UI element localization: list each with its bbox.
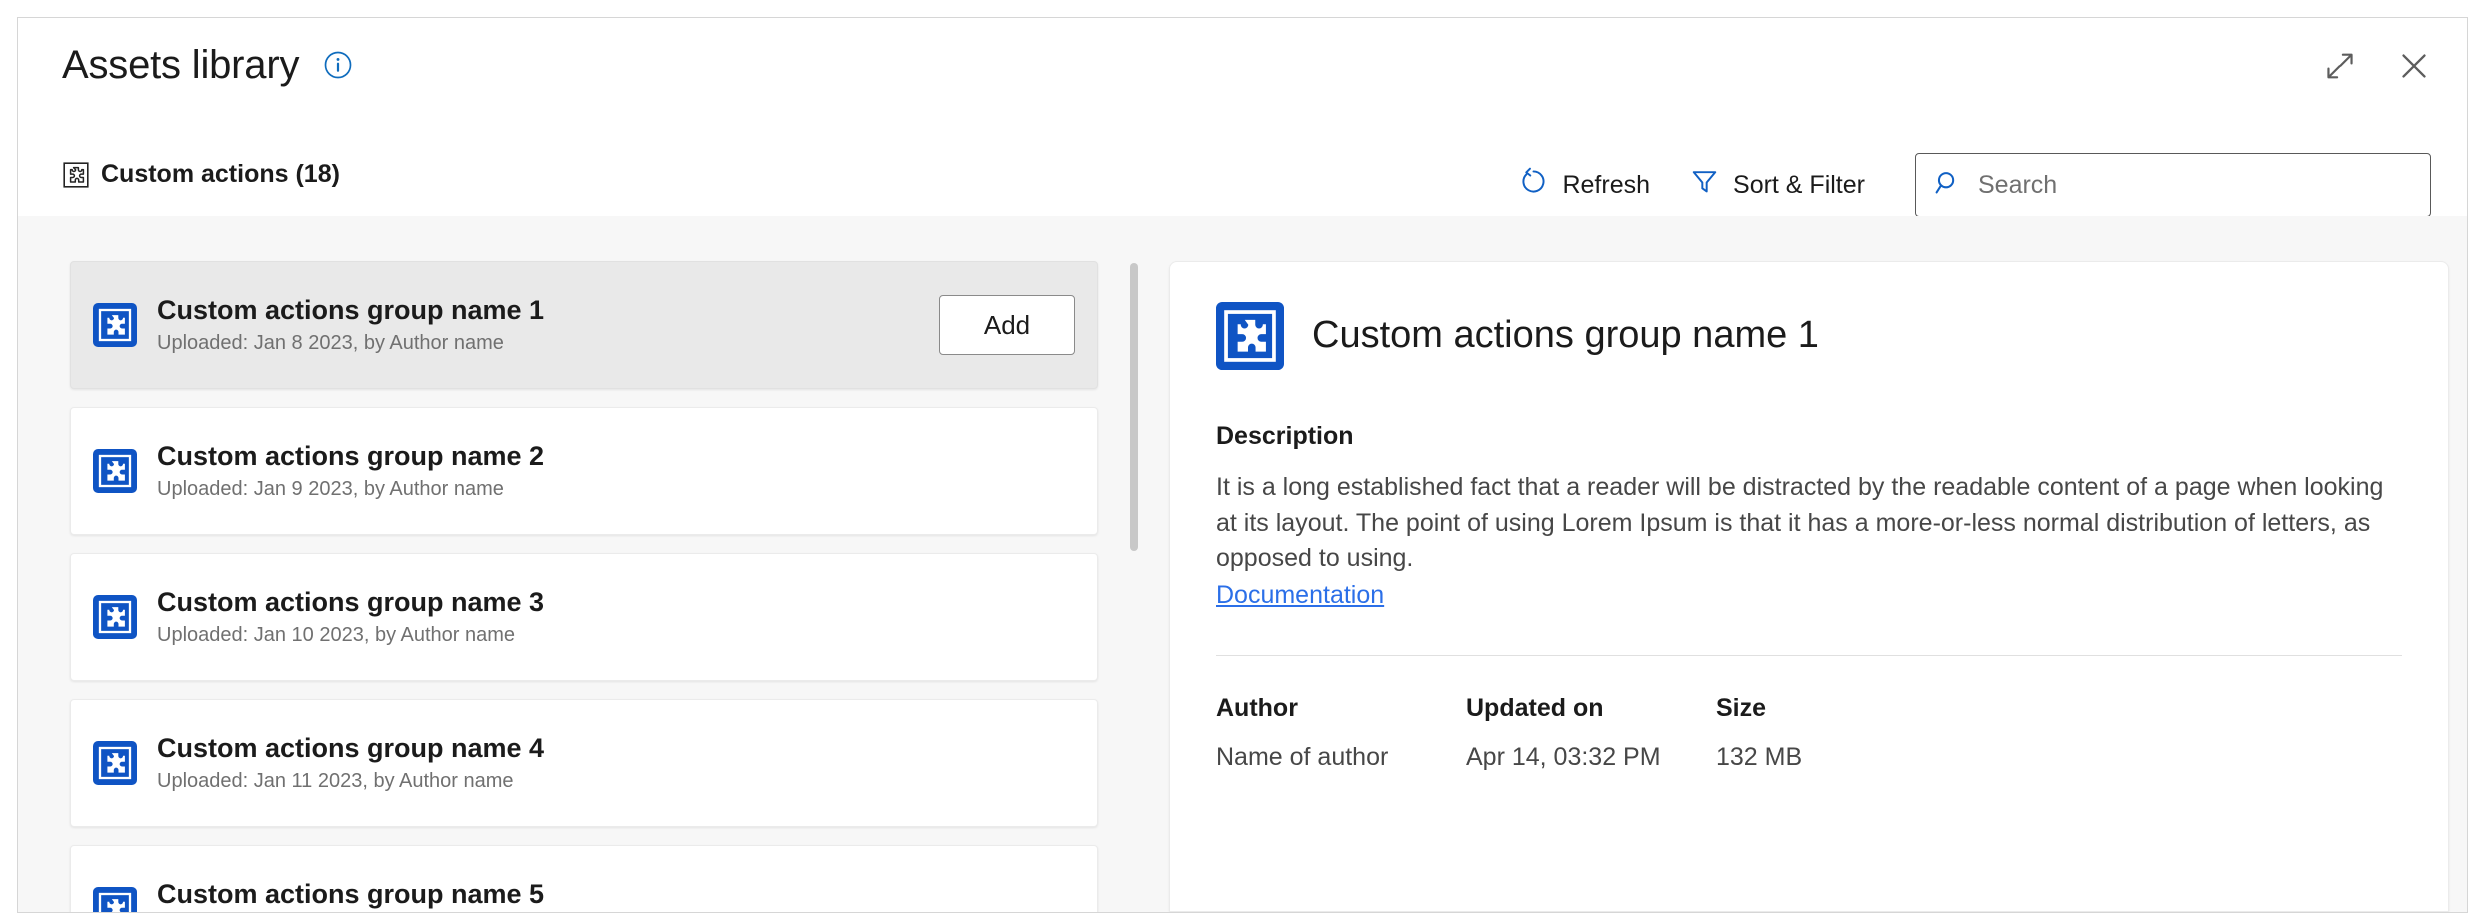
section-label-text: Custom actions (18): [101, 160, 340, 189]
detail-divider: [1216, 655, 2402, 656]
refresh-icon: [1519, 167, 1548, 203]
puzzle-square-icon: [93, 741, 137, 785]
metadata-value: 132 MB: [1716, 743, 2402, 772]
list-scrollbar[interactable]: [1130, 216, 1138, 912]
list-item[interactable]: Custom actions group name 5Uploaded: Jan…: [70, 845, 1098, 912]
puzzle-square-icon: [1216, 302, 1284, 370]
list-item[interactable]: Custom actions group name 4 Uploaded: Jan…: [70, 699, 1098, 827]
list-scrollbar-thumb[interactable]: [1130, 263, 1138, 551]
puzzle-square-icon: [93, 887, 137, 912]
close-button[interactable]: [2391, 44, 2437, 90]
puzzle-square-icon: [93, 595, 137, 639]
sort-filter-label: Sort & Filter: [1733, 171, 1865, 200]
list-item-meta: Uploaded: Jan 10 2023, by Author name: [157, 624, 1075, 647]
subheader-row: Custom actions (18) Refresh: [18, 148, 2467, 216]
metadata-label: Updated on: [1466, 694, 1716, 723]
list-item-text: Custom actions group name 2 Uploaded: Jan…: [157, 441, 1075, 501]
list-item-text: Custom actions group name 3 Uploaded: Jan…: [157, 587, 1075, 647]
asset-detail-pane: Custom actions group name 1 Description …: [1169, 261, 2449, 912]
dialog-header: Assets library: [18, 18, 2467, 216]
list-item[interactable]: Custom actions group name 2 Uploaded: Jan…: [70, 407, 1098, 535]
expand-icon: [2325, 51, 2355, 84]
metadata-value: Name of author: [1216, 743, 1466, 772]
list-item-text: Custom actions group name 4 Uploaded: Jan…: [157, 733, 1075, 793]
list-item-name: Custom actions group name 5: [157, 879, 1075, 910]
list-item-text: Custom actions group name 5Uploaded: Jan…: [157, 879, 1075, 912]
assets-library-dialog: Assets library: [17, 17, 2468, 913]
documentation-link[interactable]: Documentation: [1216, 581, 1384, 610]
detail-metadata: AuthorUpdated onSize Name of authorApr 14…: [1216, 694, 2402, 772]
puzzle-square-icon: [93, 449, 137, 493]
list-item-name: Custom actions group name 1: [157, 295, 939, 326]
sort-filter-button[interactable]: Sort & Filter: [1670, 155, 1885, 215]
refresh-button[interactable]: Refresh: [1499, 155, 1670, 215]
section-label: Custom actions (18): [63, 160, 340, 189]
assets-list: Custom actions group name 1 Uploaded: Jan…: [70, 216, 1118, 912]
refresh-label: Refresh: [1562, 171, 1650, 200]
list-item-name: Custom actions group name 4: [157, 733, 1075, 764]
list-item[interactable]: Custom actions group name 1 Uploaded: Jan…: [70, 261, 1098, 389]
list-item-name: Custom actions group name 2: [157, 441, 1075, 472]
info-circle-icon[interactable]: [323, 50, 353, 80]
metadata-value: Apr 14, 03:32 PM: [1466, 743, 1716, 772]
filter-icon: [1690, 167, 1719, 203]
puzzle-square-icon: [93, 303, 137, 347]
list-item-text: Custom actions group name 1 Uploaded: Jan…: [157, 295, 939, 355]
detail-header: Custom actions group name 1: [1216, 302, 2402, 370]
assets-list-pane: Custom actions group name 1 Uploaded: Jan…: [18, 216, 1169, 912]
metadata-label: Author: [1216, 694, 1466, 723]
dialog-body: Custom actions group name 1 Uploaded: Jan…: [18, 216, 2467, 912]
metadata-label: Size: [1716, 694, 2402, 723]
asset-detail-card: Custom actions group name 1 Description …: [1169, 261, 2449, 912]
list-item-meta: Uploaded: Jan 9 2023, by Author name: [157, 478, 1075, 501]
expand-button[interactable]: [2317, 44, 2363, 90]
list-item-meta: Uploaded: Jan 8 2023, by Author name: [157, 332, 939, 355]
window-actions: [2317, 44, 2437, 90]
page-title: Assets library: [62, 45, 299, 85]
list-item-name: Custom actions group name 3: [157, 587, 1075, 618]
description-text: It is a long established fact that a rea…: [1216, 470, 2401, 577]
list-item-meta: Uploaded: Jan 11 2023, by Author name: [157, 770, 1075, 793]
add-button[interactable]: Add: [939, 295, 1075, 355]
title-row: Assets library: [62, 45, 353, 85]
close-icon: [2398, 50, 2430, 85]
list-item[interactable]: Custom actions group name 3 Uploaded: Jan…: [70, 553, 1098, 681]
puzzle-square-icon: [63, 162, 89, 188]
description-heading: Description: [1216, 422, 2402, 451]
search-input[interactable]: [1976, 153, 2412, 217]
detail-title: Custom actions group name 1: [1312, 315, 1819, 357]
search-icon: [1934, 169, 1962, 202]
toolbar: Refresh Sort & Filter: [1499, 153, 2431, 217]
search-box[interactable]: [1915, 153, 2431, 217]
